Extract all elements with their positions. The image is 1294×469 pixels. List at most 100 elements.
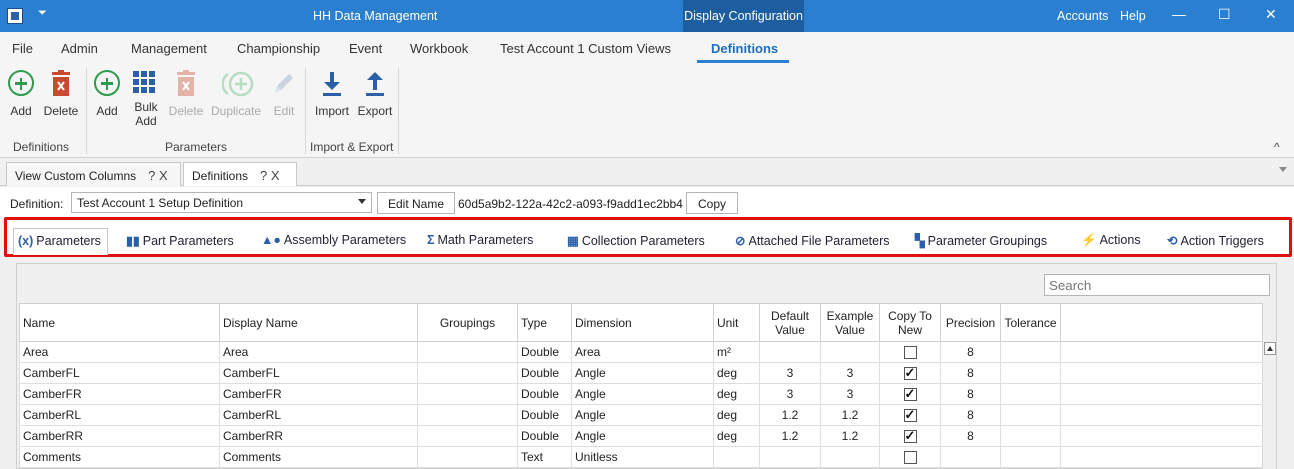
table-row[interactable]: CamberFRCamberFRDoubleAngledeg338: [19, 383, 1263, 405]
import-button[interactable]: Import: [313, 70, 351, 118]
cell-display-name[interactable]: CamberFR: [219, 383, 418, 405]
cell-copy-to-new[interactable]: [879, 341, 941, 363]
minimize-button[interactable]: —: [1172, 6, 1186, 22]
cell-precision[interactable]: 8: [940, 425, 1001, 447]
cell-unit[interactable]: m²: [713, 341, 760, 363]
cell-dimension[interactable]: Angle: [571, 362, 714, 384]
cell-groupings[interactable]: [417, 425, 518, 447]
cell-example-value[interactable]: 3: [820, 383, 880, 405]
table-row[interactable]: Comments Comments Text Unitless: [19, 446, 1263, 468]
cell-unit[interactable]: deg: [713, 425, 760, 447]
table-row[interactable]: CamberFLCamberFLDoubleAngledeg338: [19, 362, 1263, 384]
tab-collection-parameters[interactable]: ▦ Collection Parameters: [567, 228, 705, 255]
search-input[interactable]: [1044, 274, 1270, 296]
copy-to-new-checkbox[interactable]: [903, 407, 917, 423]
tab-math-parameters[interactable]: Σ Math Parameters: [427, 228, 533, 255]
cell-type[interactable]: Double: [517, 383, 572, 405]
cell-groupings[interactable]: [417, 446, 518, 468]
definition-select[interactable]: Test Account 1 Setup Definition: [71, 192, 372, 213]
collapse-ribbon-icon[interactable]: ^: [1274, 140, 1280, 154]
cell-type[interactable]: Double: [517, 425, 572, 447]
export-button[interactable]: Export: [356, 70, 394, 118]
col-header-example-value[interactable]: Example Value: [820, 303, 880, 342]
cell-example-value[interactable]: 1.2: [820, 425, 880, 447]
cell-name[interactable]: Area: [19, 341, 220, 363]
menu-workbook[interactable]: Workbook: [410, 41, 468, 56]
col-header-type[interactable]: Type: [517, 303, 572, 342]
cell-display-name[interactable]: CamberRL: [219, 404, 418, 426]
cell-type[interactable]: Double: [517, 341, 572, 363]
col-header-copy-to-new[interactable]: Copy To New: [879, 303, 941, 342]
menu-event[interactable]: Event: [349, 41, 382, 56]
tab-attached-file-parameters[interactable]: ⊘ Attached File Parameters: [735, 228, 890, 255]
cell-precision[interactable]: 8: [940, 362, 1001, 384]
cell-display-name[interactable]: Area: [219, 341, 418, 363]
copy-to-new-checkbox[interactable]: [903, 386, 917, 402]
cell-tolerance[interactable]: [1000, 341, 1061, 363]
definition-add-button[interactable]: Add: [8, 70, 34, 118]
table-row[interactable]: CamberRRCamberRRDoubleAngledeg1.21.28: [19, 425, 1263, 447]
cell-unit[interactable]: deg: [713, 404, 760, 426]
copy-to-new-checkbox[interactable]: [903, 428, 917, 444]
cell-type[interactable]: Double: [517, 362, 572, 384]
menu-custom-views[interactable]: Test Account 1 Custom Views: [500, 41, 671, 56]
cell-display-name[interactable]: Comments: [219, 446, 418, 468]
quick-access-dropdown-icon[interactable]: ⏷: [38, 7, 47, 20]
cell-groupings[interactable]: [417, 341, 518, 363]
cell-copy-to-new[interactable]: [879, 425, 941, 447]
cell-precision[interactable]: 8: [940, 341, 1001, 363]
tab-action-triggers[interactable]: ⟲ Action Triggers: [1167, 228, 1264, 255]
cell-display-name[interactable]: CamberFL: [219, 362, 418, 384]
cell-default-value[interactable]: 1.2: [759, 404, 821, 426]
cell-name[interactable]: CamberRL: [19, 404, 220, 426]
edit-button[interactable]: Edit: [270, 70, 298, 118]
cell-dimension[interactable]: Area: [571, 341, 714, 363]
cell-groupings[interactable]: [417, 404, 518, 426]
cell-copy-to-new[interactable]: [879, 362, 941, 384]
bulk-add-button[interactable]: Bulk Add: [130, 70, 162, 128]
context-tab-display-configuration[interactable]: Display Configuration: [683, 0, 804, 32]
close-button[interactable]: ✕: [1265, 6, 1277, 23]
help-link[interactable]: Help: [1120, 9, 1146, 23]
cell-name[interactable]: CamberFR: [19, 383, 220, 405]
col-header-default-value[interactable]: Default Value: [759, 303, 821, 342]
menu-admin[interactable]: Admin: [61, 41, 98, 56]
menu-definitions[interactable]: Definitions: [711, 41, 778, 56]
cell-groupings[interactable]: [417, 362, 518, 384]
cell-precision[interactable]: 8: [940, 383, 1001, 405]
parameter-delete-button[interactable]: Delete: [168, 70, 204, 118]
cell-type[interactable]: Text: [517, 446, 572, 468]
cell-tolerance[interactable]: [1000, 425, 1061, 447]
cell-dimension[interactable]: Unitless: [571, 446, 714, 468]
copy-to-new-checkbox[interactable]: [903, 451, 917, 465]
maximize-button[interactable]: ☐: [1218, 6, 1231, 23]
doc-tab-view-custom-columns[interactable]: View Custom Columns? X: [6, 162, 181, 186]
cell-dimension[interactable]: Angle: [571, 404, 714, 426]
cell-copy-to-new[interactable]: [879, 404, 941, 426]
cell-unit[interactable]: [713, 446, 760, 468]
col-header-name[interactable]: Name: [19, 303, 220, 342]
table-row[interactable]: CamberRLCamberRLDoubleAngledeg1.21.28: [19, 404, 1263, 426]
cell-type[interactable]: Double: [517, 404, 572, 426]
copy-to-new-checkbox[interactable]: [903, 346, 917, 360]
cell-name[interactable]: CamberFL: [19, 362, 220, 384]
col-header-precision[interactable]: Precision: [940, 303, 1001, 342]
tab-help-close-icon[interactable]: ? X: [260, 168, 280, 183]
tab-help-close-icon[interactable]: ? X: [148, 168, 168, 183]
duplicate-button[interactable]: Duplicate: [209, 70, 263, 118]
cell-default-value[interactable]: 1.2: [759, 425, 821, 447]
cell-example-value[interactable]: [820, 446, 880, 468]
copy-button[interactable]: Copy: [686, 192, 738, 214]
tab-actions[interactable]: ⚡ Actions: [1081, 228, 1141, 255]
cell-default-value[interactable]: 3: [759, 362, 821, 384]
copy-to-new-checkbox[interactable]: [903, 365, 917, 381]
cell-precision[interactable]: [940, 446, 1001, 468]
cell-example-value[interactable]: 1.2: [820, 404, 880, 426]
col-header-unit[interactable]: Unit: [713, 303, 760, 342]
col-header-display-name[interactable]: Display Name: [219, 303, 418, 342]
cell-dimension[interactable]: Angle: [571, 425, 714, 447]
cell-default-value[interactable]: [759, 341, 821, 363]
cell-unit[interactable]: deg: [713, 383, 760, 405]
cell-tolerance[interactable]: [1000, 446, 1061, 468]
cell-name[interactable]: Comments: [19, 446, 220, 468]
